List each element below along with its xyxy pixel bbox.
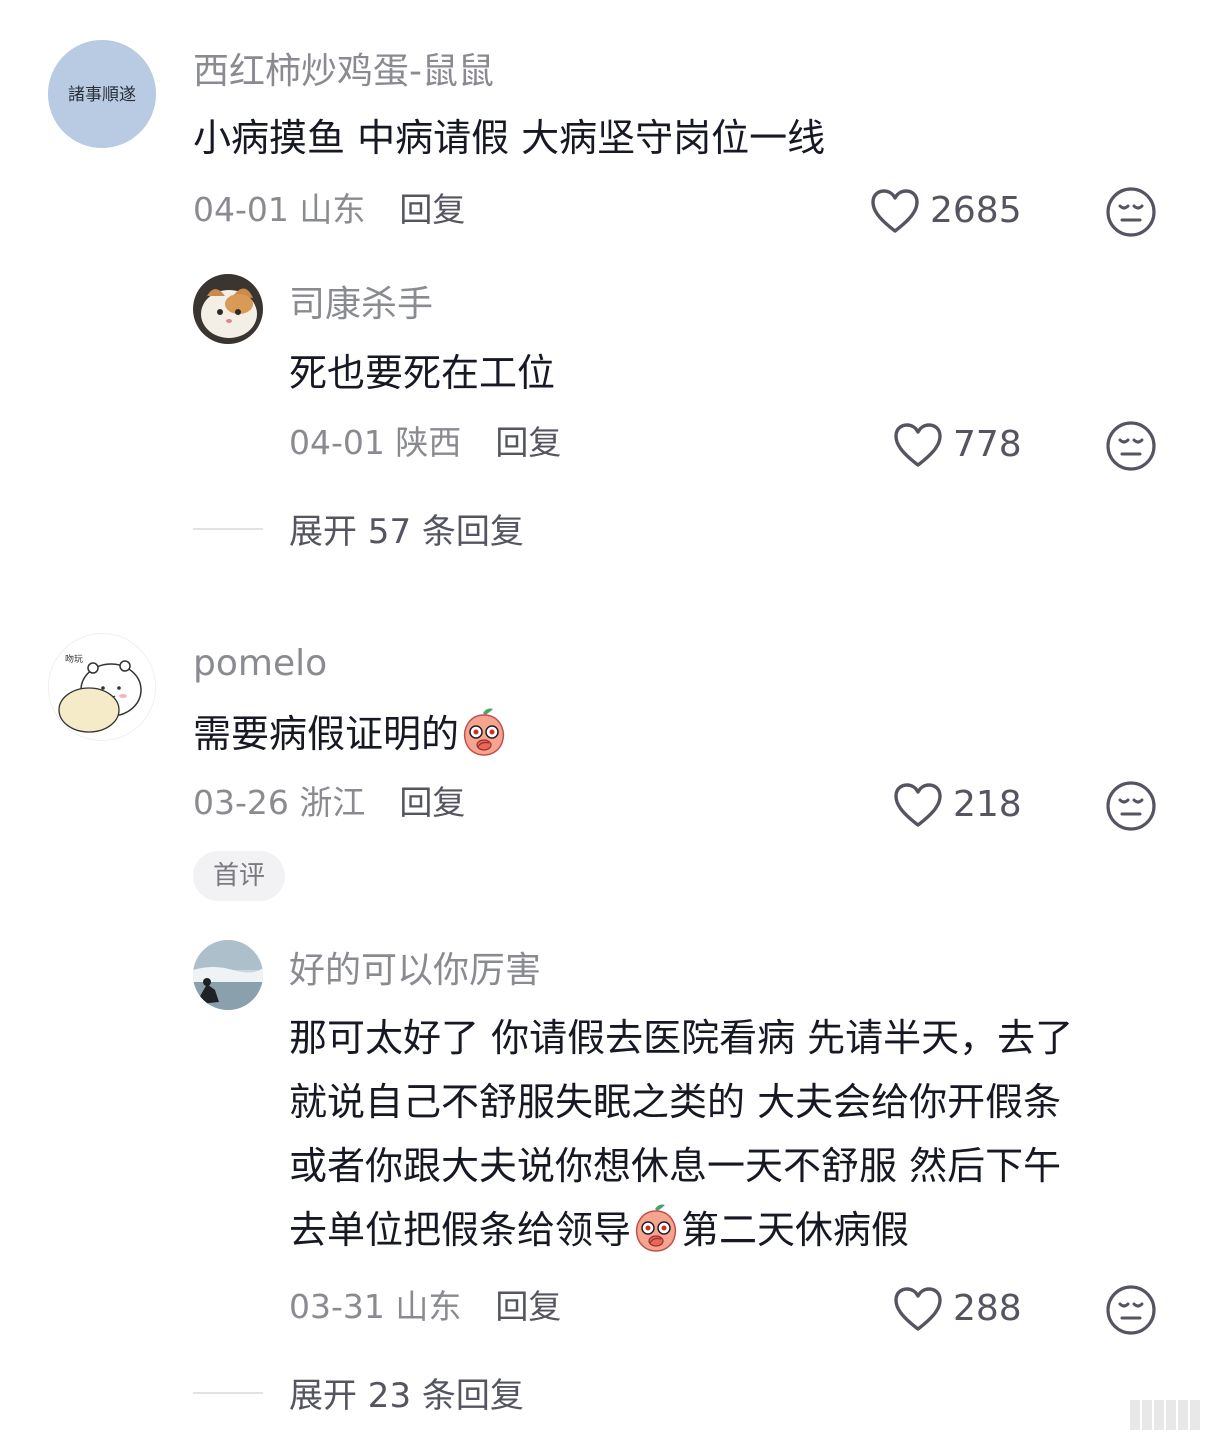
- peach-blush-emoji: [635, 1204, 677, 1252]
- like-count: 218: [953, 784, 1022, 825]
- like-button[interactable]: 218: [893, 782, 1022, 828]
- like-button[interactable]: 288: [893, 1286, 1022, 1332]
- dislike-button[interactable]: [1105, 420, 1157, 476]
- expand-replies-label: 展开 23 条回复: [289, 1376, 524, 1416]
- comment-text: 小病摸鱼 中病请假 大病坚守岗位一线: [193, 116, 826, 160]
- reply-text: 死也要死在工位: [289, 351, 556, 395]
- like-button[interactable]: 2685: [870, 188, 1022, 234]
- reply-avatar[interactable]: [193, 274, 263, 344]
- reply-text-line: 那可太好了 你请假去医院看病 先请半天，去了: [289, 1016, 1074, 1060]
- like-button[interactable]: 778: [893, 422, 1022, 468]
- reply-meta: 04-01 陕西 回复: [289, 426, 561, 459]
- comment-meta: 03-26 浙江 回复: [193, 786, 465, 819]
- reply-text-line: 就说自己不舒服失眠之类的 大夫会给你开假条: [289, 1080, 1062, 1124]
- heart-outline-icon: [894, 1287, 942, 1331]
- comment-meta: 04-01 山东 回复: [193, 193, 465, 226]
- reply-date-location: 03-31 山东: [289, 1287, 462, 1326]
- reply-text-segment: 第二天休病假: [681, 1208, 910, 1252]
- avatar[interactable]: 吻玩: [48, 633, 156, 741]
- heart-outline-icon: [894, 423, 942, 467]
- reply-username[interactable]: 司康杀手: [289, 287, 433, 323]
- cat-avatar-image: [193, 274, 263, 344]
- expand-replies-label: 展开 57 条回复: [289, 512, 524, 552]
- avatar-calligraphy: 諸事順遂: [68, 85, 136, 105]
- like-count: 288: [953, 1288, 1022, 1329]
- dislike-button[interactable]: [1105, 1284, 1157, 1340]
- reply-button[interactable]: 回复: [495, 1287, 561, 1326]
- expand-divider: [193, 1391, 263, 1394]
- expand-replies-button[interactable]: 展开 57 条回复: [193, 504, 524, 553]
- heart-outline-icon: [894, 783, 942, 827]
- expressionless-face-icon: [1106, 1285, 1156, 1335]
- reply-avatar[interactable]: [193, 940, 263, 1010]
- reply-button[interactable]: 回复: [399, 190, 465, 229]
- first-comment-badge: 首评: [193, 851, 286, 901]
- comment-username[interactable]: 西红柿炒鸡蛋-鼠鼠: [193, 54, 494, 90]
- dislike-button[interactable]: [1105, 186, 1157, 242]
- avatar-image: 諸事順遂: [48, 40, 156, 148]
- comment-date-location: 03-26 浙江: [193, 783, 366, 822]
- expressionless-face-icon: [1106, 187, 1156, 237]
- comment-date-location: 04-01 山东: [193, 190, 366, 229]
- sea-avatar-image: [193, 940, 263, 1010]
- comment-text-body: 需要病假证明的: [193, 712, 460, 756]
- expressionless-face-icon: [1106, 421, 1156, 471]
- reply-text: 那可太好了 你请假去医院看病 先请半天，去了 就说自己不舒服失眠之类的 大夫会给…: [289, 1006, 1169, 1262]
- reply-username[interactable]: 好的可以你厉害: [289, 953, 541, 989]
- peach-blush-emoji: [463, 708, 505, 756]
- reply-button[interactable]: 回复: [399, 783, 465, 822]
- like-count: 778: [953, 424, 1022, 465]
- reply-button[interactable]: 回复: [495, 423, 561, 462]
- reply-text-line: 去单位把假条给领导 第二天休病假: [289, 1198, 1169, 1262]
- avatar-image: 吻玩: [49, 634, 155, 740]
- like-count: 2685: [930, 190, 1022, 231]
- expand-replies-button[interactable]: 展开 23 条回复: [193, 1368, 524, 1417]
- avatar[interactable]: 諸事順遂: [48, 40, 156, 148]
- comment-text: 需要病假证明的: [193, 702, 509, 766]
- avatar-scribble: 吻玩: [65, 653, 83, 665]
- watermark: [1130, 1400, 1200, 1430]
- reply-text-segment: 去单位把假条给领导: [289, 1208, 632, 1252]
- reply-text-line: 或者你跟大夫说你想休息一天不舒服 然后下午: [289, 1144, 1062, 1188]
- dislike-button[interactable]: [1105, 780, 1157, 836]
- expressionless-face-icon: [1106, 781, 1156, 831]
- reply-date-location: 04-01 陕西: [289, 423, 462, 462]
- heart-outline-icon: [871, 189, 919, 233]
- reply-meta: 03-31 山东 回复: [289, 1290, 561, 1323]
- comment-username[interactable]: pomelo: [193, 646, 327, 682]
- expand-divider: [193, 527, 263, 530]
